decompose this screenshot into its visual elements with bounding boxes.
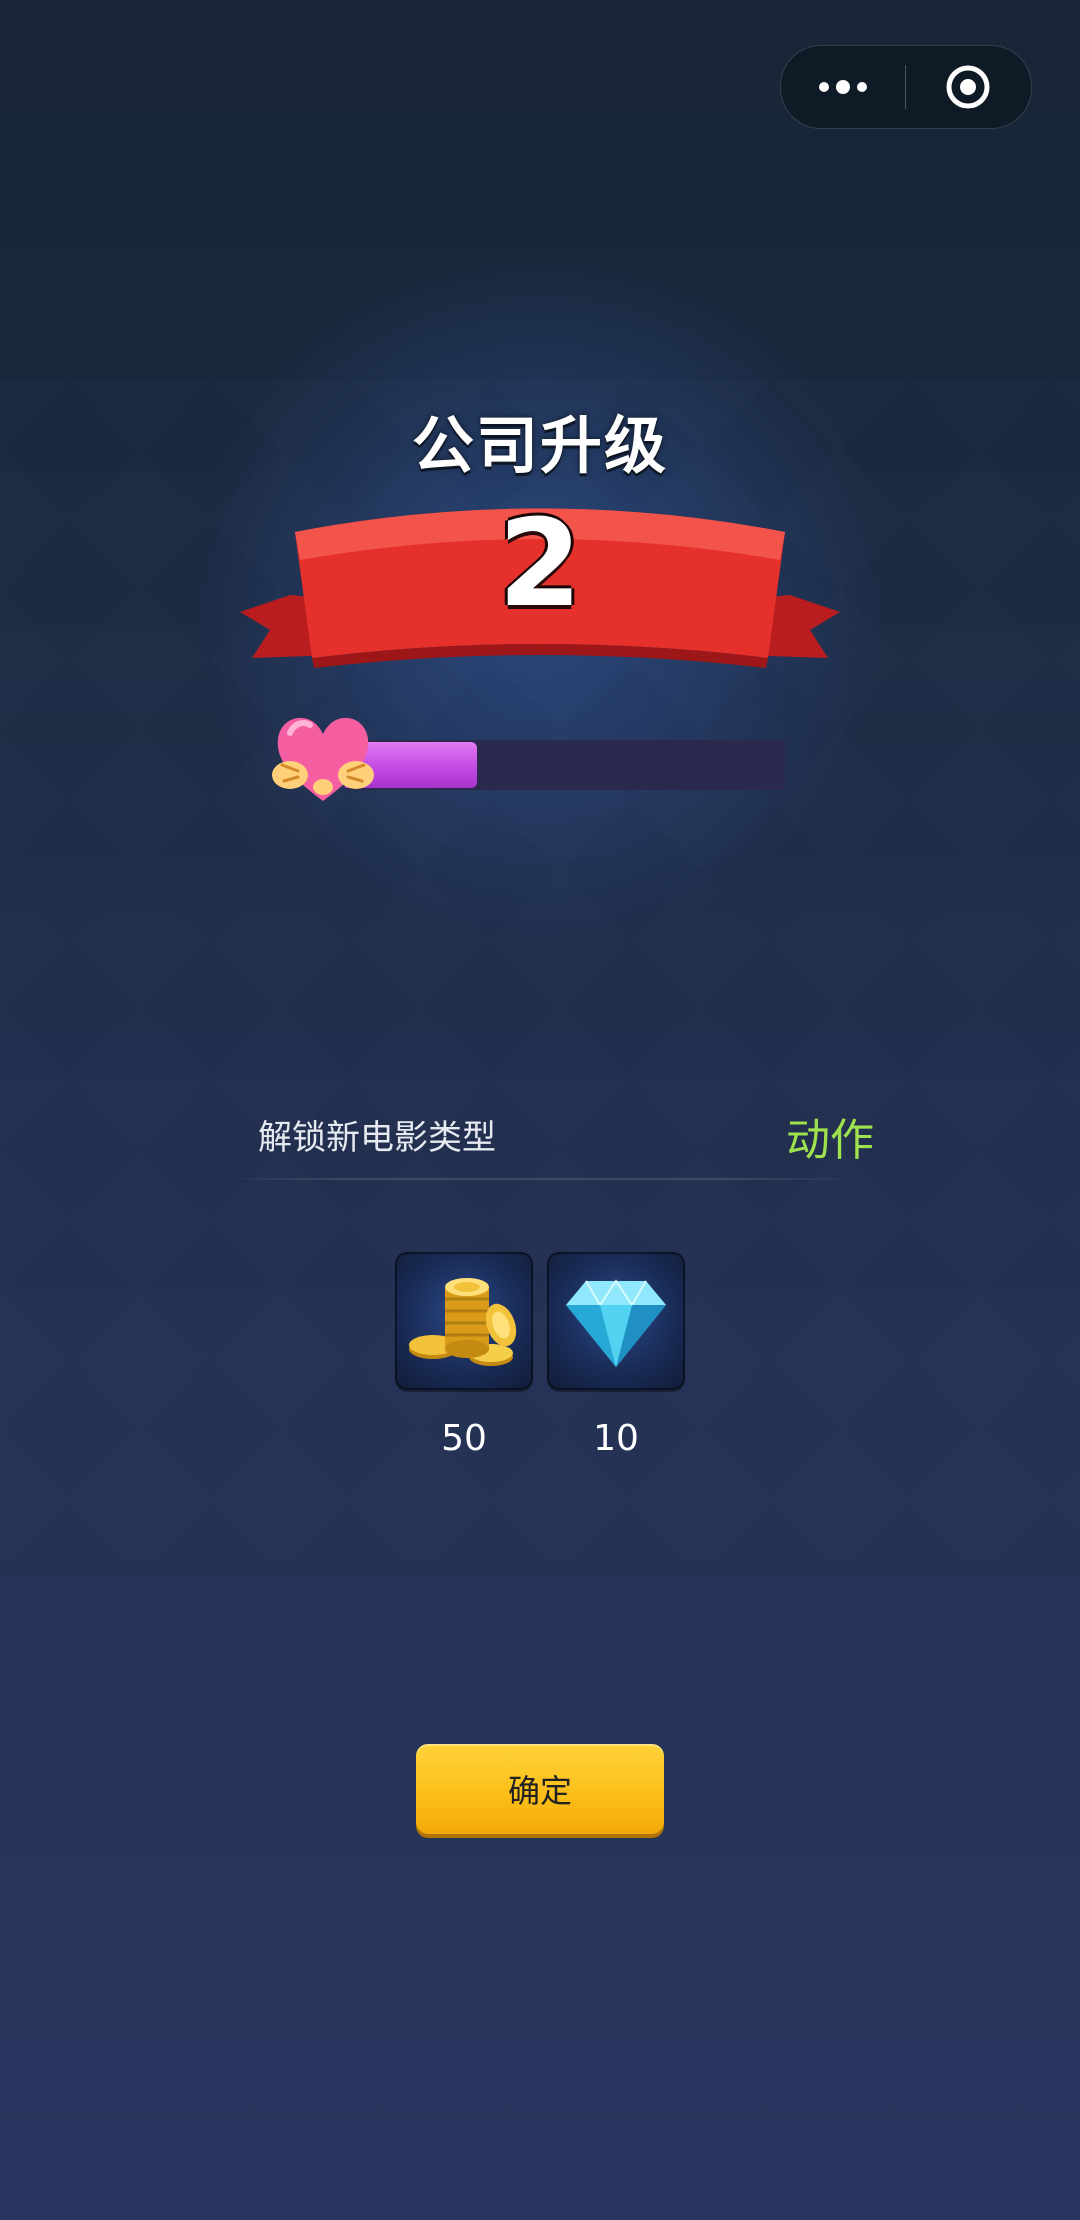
reward-diamond-box <box>547 1252 685 1390</box>
heart-mascot-icon <box>272 717 374 801</box>
more-dots-icon <box>819 80 867 94</box>
diamond-icon <box>566 1279 666 1367</box>
reward-coins-amount: 50 <box>441 1418 487 1459</box>
gold-coins-icon <box>409 1278 517 1366</box>
divider <box>222 1178 858 1180</box>
page-title: 公司升级 <box>411 409 668 482</box>
unlock-genre-value: 动作 <box>786 1115 874 1166</box>
confirm-button[interactable]: 确定 <box>416 1744 664 1834</box>
level-number: 2 <box>498 495 582 634</box>
more-button[interactable] <box>781 46 905 128</box>
unlock-label: 解锁新电影类型 <box>258 1118 496 1158</box>
target-close-icon <box>946 65 990 109</box>
menu-capsule <box>780 45 1032 129</box>
reward-coins-box <box>395 1252 533 1390</box>
close-button[interactable] <box>906 46 1030 128</box>
reward-diamond-amount: 10 <box>593 1418 639 1459</box>
